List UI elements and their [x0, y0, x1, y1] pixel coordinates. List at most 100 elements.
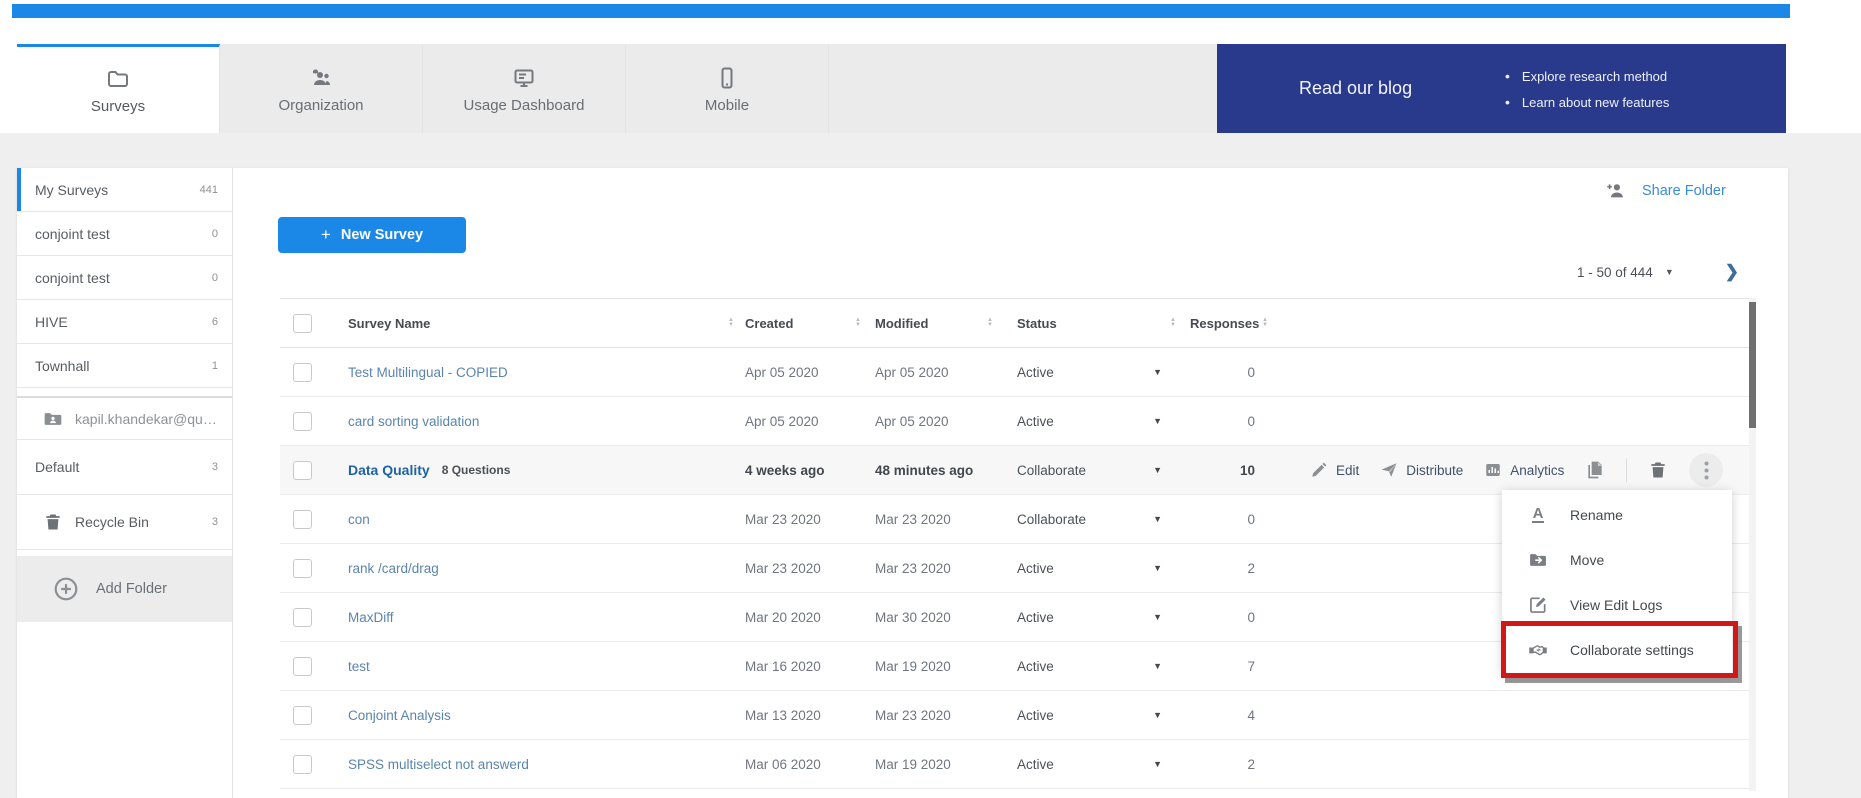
status-label: Active: [1017, 708, 1054, 723]
responses-cell: 2: [1180, 561, 1270, 576]
menu-item-view-edit-logs[interactable]: View Edit Logs: [1502, 582, 1732, 627]
responses-cell: 0: [1180, 414, 1270, 429]
pagination-range: 1 - 50 of 444: [1577, 265, 1653, 280]
table-row[interactable]: SPSS multiselect not answerd Mar 06 2020…: [280, 740, 1749, 789]
created-cell: Apr 05 2020: [740, 414, 865, 429]
pagination: 1 - 50 of 444 ▼ ❯: [1577, 262, 1739, 282]
sort-icon[interactable]: ▲▼: [987, 318, 993, 328]
survey-name-link[interactable]: SPSS multiselect not answerd: [348, 757, 529, 772]
created-cell: Mar 23 2020: [740, 512, 865, 527]
delete-trash-icon[interactable]: [1648, 460, 1668, 480]
responses-cell: 10: [1180, 463, 1270, 478]
survey-name-link[interactable]: Data Quality: [348, 462, 430, 478]
created-cell: Apr 05 2020: [740, 365, 865, 380]
add-folder-button[interactable]: Add Folder: [17, 556, 232, 622]
sort-icon[interactable]: ▲▼: [855, 318, 861, 328]
status-dropdown-caret[interactable]: ▼: [1153, 710, 1162, 720]
edit-label: Edit: [1336, 463, 1359, 478]
menu-item-rename[interactable]: A Rename: [1502, 492, 1732, 537]
copy-icon[interactable]: [1585, 460, 1605, 480]
sidebar-item-conjoint-test-2[interactable]: conjoint test 0: [17, 256, 232, 300]
status-dropdown-caret[interactable]: ▼: [1153, 759, 1162, 769]
survey-name-link[interactable]: con: [348, 512, 370, 527]
new-survey-button[interactable]: + New Survey: [278, 217, 466, 253]
tab-mobile[interactable]: Mobile: [626, 44, 829, 133]
tab-label: Organization: [278, 97, 363, 114]
screen: Surveys Organization Usage Dashboard Mob…: [0, 0, 1861, 798]
tab-usage-dashboard[interactable]: Usage Dashboard: [423, 44, 626, 133]
analytics-label: Analytics: [1510, 463, 1564, 478]
status-dropdown-caret[interactable]: ▼: [1153, 612, 1162, 622]
responses-cell: 7: [1180, 659, 1270, 674]
edit-button[interactable]: Edit: [1310, 461, 1359, 479]
scrollbar-thumb[interactable]: [1749, 302, 1756, 428]
survey-name-link[interactable]: Test Multilingual - COPIED: [348, 365, 508, 380]
more-options-button[interactable]: [1689, 453, 1723, 487]
col-status: Status: [1017, 316, 1057, 331]
row-checkbox[interactable]: [293, 608, 312, 627]
row-checkbox[interactable]: [293, 706, 312, 725]
row-checkbox[interactable]: [293, 363, 312, 382]
col-modified: Modified: [875, 316, 928, 331]
sort-icon[interactable]: ▲▼: [1170, 318, 1176, 328]
row-context-menu: A Rename Move View Edit Logs Collaborate…: [1502, 490, 1732, 674]
row-checkbox[interactable]: [293, 461, 312, 480]
status-dropdown-caret[interactable]: ▼: [1153, 367, 1162, 377]
row-checkbox[interactable]: [293, 412, 312, 431]
sidebar-item-my-surveys[interactable]: My Surveys 441: [17, 168, 232, 212]
sidebar-item-default[interactable]: Default 3: [17, 440, 232, 495]
sort-icon[interactable]: ▲▼: [1262, 318, 1268, 328]
survey-name-link[interactable]: MaxDiff: [348, 610, 394, 625]
survey-name-link[interactable]: card sorting validation: [348, 414, 479, 429]
row-checkbox[interactable]: [293, 559, 312, 578]
row-checkbox[interactable]: [293, 510, 312, 529]
top-accent-bar: [12, 4, 1790, 18]
status-dropdown-caret[interactable]: ▼: [1153, 416, 1162, 426]
status-dropdown-caret[interactable]: ▼: [1153, 661, 1162, 671]
status-label: Active: [1017, 561, 1054, 576]
banner-bullets: Explore research method Learn about new …: [1505, 64, 1669, 120]
kebab-dots-icon: [1704, 461, 1709, 480]
table-row[interactable]: Conjoint Analysis Mar 13 2020 Mar 23 202…: [280, 691, 1749, 740]
folder-count: 3: [212, 461, 218, 473]
status-dropdown-caret[interactable]: ▼: [1153, 514, 1162, 524]
select-all-checkbox[interactable]: [293, 314, 312, 333]
tab-organization[interactable]: Organization: [220, 44, 423, 133]
survey-name-link[interactable]: Conjoint Analysis: [348, 708, 451, 723]
survey-name-link[interactable]: rank /card/drag: [348, 561, 439, 576]
distribute-button[interactable]: Distribute: [1380, 461, 1463, 479]
shared-folder-icon: [43, 409, 63, 429]
question-count-badge: 8 Questions: [442, 463, 511, 477]
table-row[interactable]: Data Quality 8 Questions 4 weeks ago 48 …: [280, 446, 1749, 495]
share-folder-link[interactable]: Share Folder: [1605, 180, 1726, 202]
sort-icon[interactable]: ▲▼: [728, 318, 734, 328]
tab-surveys[interactable]: Surveys: [17, 44, 220, 133]
sidebar-item-conjoint-test-1[interactable]: conjoint test 0: [17, 212, 232, 256]
banner-bullet: Learn about new features: [1505, 94, 1669, 110]
analytics-button[interactable]: Analytics: [1484, 461, 1564, 479]
row-checkbox[interactable]: [293, 755, 312, 774]
menu-item-collaborate-settings[interactable]: Collaborate settings: [1502, 627, 1732, 672]
add-folder-label: Add Folder: [96, 581, 167, 597]
share-folder-label: Share Folder: [1642, 183, 1726, 199]
menu-label: View Edit Logs: [1570, 597, 1662, 613]
banner-title[interactable]: Read our blog: [1299, 44, 1412, 133]
sidebar-item-shared-account[interactable]: kapil.khandekar@que...: [17, 396, 232, 440]
sidebar-item-hive[interactable]: HIVE 6: [17, 300, 232, 344]
next-page-chevron[interactable]: ❯: [1725, 262, 1739, 282]
sidebar-item-recycle-bin[interactable]: Recycle Bin 3: [17, 495, 232, 550]
table-row[interactable]: card sorting validation Apr 05 2020 Apr …: [280, 397, 1749, 446]
pagination-dropdown-caret[interactable]: ▼: [1665, 267, 1674, 277]
menu-item-move[interactable]: Move: [1502, 537, 1732, 582]
status-label: Collaborate: [1017, 512, 1086, 527]
vertical-scrollbar[interactable]: [1749, 298, 1756, 791]
status-dropdown-caret[interactable]: ▼: [1153, 465, 1162, 475]
created-cell: Mar 13 2020: [740, 708, 865, 723]
table-row[interactable]: Test Multilingual - COPIED Apr 05 2020 A…: [280, 348, 1749, 397]
blog-banner[interactable]: Read our blog Explore research method Le…: [1217, 44, 1786, 133]
sidebar-item-townhall[interactable]: Townhall 1: [17, 344, 232, 388]
col-survey-name: Survey Name: [348, 316, 430, 331]
status-dropdown-caret[interactable]: ▼: [1153, 563, 1162, 573]
row-checkbox[interactable]: [293, 657, 312, 676]
survey-name-link[interactable]: test: [348, 659, 370, 674]
